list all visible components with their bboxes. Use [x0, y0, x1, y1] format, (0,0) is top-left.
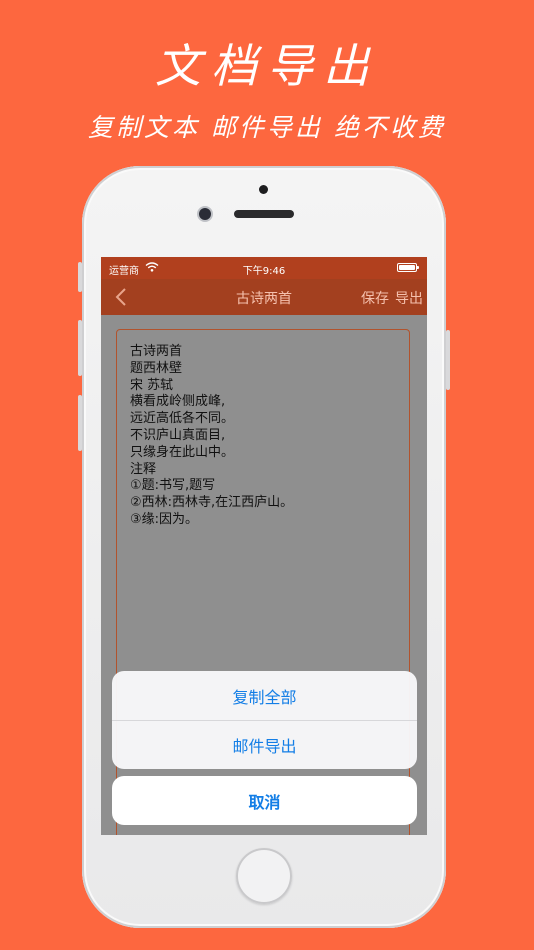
front-camera-icon	[199, 208, 211, 220]
power-button	[446, 330, 450, 390]
document-line: 不识庐山真面目,	[130, 427, 226, 443]
copy-all-button[interactable]: 复制全部	[112, 671, 417, 721]
navigation-bar: 古诗两首 保存 导出	[101, 279, 427, 315]
save-button[interactable]: 保存	[361, 288, 389, 308]
home-button[interactable]	[236, 848, 292, 904]
promo-title: 文档导出	[155, 39, 379, 93]
export-button[interactable]: 导出	[395, 288, 423, 308]
action-sheet: 复制全部 邮件导出	[112, 671, 417, 769]
document-line: 古诗两首	[130, 344, 183, 359]
document-line: ③缘:因为。	[130, 511, 199, 527]
status-time: 下午9:46	[242, 266, 286, 277]
status-bar: 运营商 下午9:46	[101, 257, 427, 279]
document-line: ②西林:西林寺,在江西庐山。	[130, 495, 294, 511]
battery-icon	[397, 263, 419, 272]
document-line: ①题:书写,题写	[130, 478, 216, 494]
proximity-sensor	[259, 185, 268, 194]
document-line: 注释	[130, 461, 157, 477]
document-line: 只缘身在此山中。	[130, 444, 235, 460]
document-line: 远近高低各不同。	[130, 411, 235, 427]
document-text: 古诗两首 题西林壁 宋 苏轼 横看成岭侧成峰, 远近高低各不同。 不识庐山真面目…	[130, 344, 293, 529]
promo-subtitle: 复制文本 邮件导出 绝不收费	[88, 113, 446, 142]
cancel-button[interactable]: 取消	[112, 776, 417, 825]
email-export-button[interactable]: 邮件导出	[112, 720, 417, 769]
document-line: 宋 苏轼	[130, 377, 174, 393]
document-line: 题西林壁	[130, 360, 183, 376]
earpiece-speaker	[234, 210, 294, 218]
document-line: 横看成岭侧成峰,	[130, 394, 226, 410]
